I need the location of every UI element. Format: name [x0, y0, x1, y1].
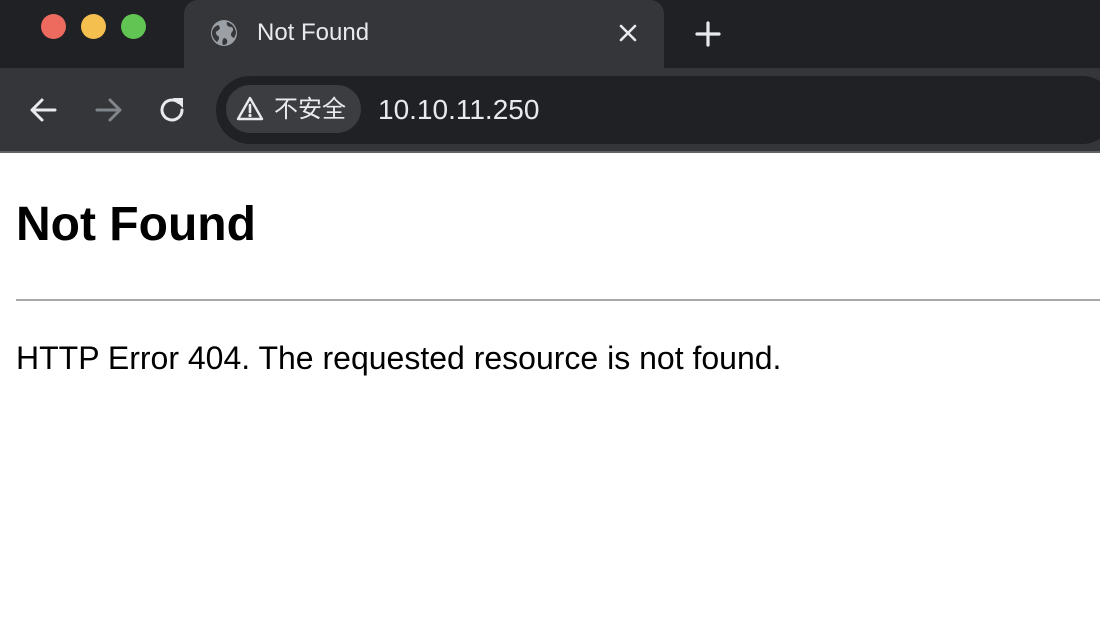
window-zoom-button[interactable]	[121, 14, 146, 39]
page-content: Not Found HTTP Error 404. The requested …	[0, 153, 1100, 636]
tab-title: Not Found	[257, 19, 370, 46]
globe-icon	[209, 18, 239, 48]
forward-button[interactable]	[90, 92, 126, 128]
warning-triangle-icon	[236, 95, 264, 123]
plus-icon[interactable]	[692, 18, 724, 50]
toolbar: 不安全 10.10.11.250	[0, 68, 1100, 153]
reload-button[interactable]	[154, 92, 190, 128]
address-bar[interactable]: 不安全 10.10.11.250	[216, 76, 1100, 144]
page-title: Not Found	[16, 198, 256, 251]
url-text[interactable]: 10.10.11.250	[378, 93, 539, 127]
arrow-left-icon	[30, 98, 57, 122]
security-chip[interactable]: 不安全	[226, 85, 361, 133]
window-close-button[interactable]	[41, 14, 66, 39]
security-label: 不安全	[274, 95, 346, 123]
tab-strip: Not Found	[0, 0, 1100, 68]
window-minimize-button[interactable]	[81, 14, 106, 39]
reload-icon	[160, 98, 184, 122]
tab-active[interactable]: Not Found	[184, 0, 664, 68]
arrow-right-icon	[95, 98, 122, 122]
horizontal-rule	[16, 299, 1100, 301]
back-button[interactable]	[26, 92, 62, 128]
browser-window: Not Found 不安全 10.10.11.250 Not Found HTT…	[0, 0, 1100, 636]
error-message: HTTP Error 404. The requested resource i…	[16, 340, 782, 376]
close-icon[interactable]	[616, 21, 640, 45]
